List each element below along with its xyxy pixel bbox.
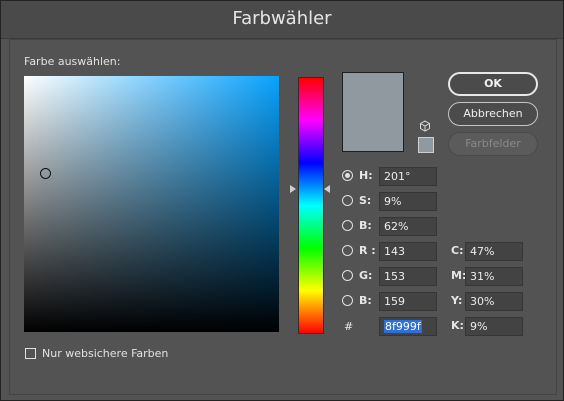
hue-slider-left-arrow[interactable]: [290, 185, 296, 193]
label-r: R :: [359, 244, 376, 257]
input-c[interactable]: 47%: [465, 242, 523, 261]
hex-value: 8f999f: [384, 320, 422, 333]
radio-r[interactable]: [342, 245, 353, 256]
label-h: H:: [359, 169, 373, 182]
swatches-button: Farbfelder: [448, 132, 538, 156]
color-field-cursor[interactable]: [40, 168, 51, 179]
input-s[interactable]: 9%: [379, 192, 437, 211]
hue-slider-right-arrow[interactable]: [324, 185, 330, 193]
ok-button[interactable]: OK: [448, 72, 538, 96]
input-m[interactable]: 31%: [465, 267, 523, 286]
current-color-swatch: [342, 72, 404, 152]
hex-input[interactable]: 8f999f: [379, 317, 437, 336]
label-b: B:: [359, 219, 372, 232]
input-blue[interactable]: 159: [379, 292, 437, 311]
label-y: Y:: [451, 294, 463, 307]
cube-icon[interactable]: [419, 120, 431, 132]
input-k[interactable]: 9%: [465, 317, 523, 336]
label-k: K:: [451, 319, 464, 332]
input-h[interactable]: 201°: [379, 167, 437, 186]
input-b[interactable]: 62%: [379, 217, 437, 236]
label-g: G:: [359, 269, 373, 282]
radio-s[interactable]: [342, 195, 353, 206]
label-blue: B:: [359, 294, 372, 307]
hue-slider[interactable]: [298, 77, 324, 334]
radio-g[interactable]: [342, 270, 353, 281]
color-field[interactable]: [24, 76, 279, 332]
cancel-button[interactable]: Abbrechen: [448, 102, 538, 126]
radio-blue[interactable]: [342, 295, 353, 306]
input-y[interactable]: 30%: [465, 292, 523, 311]
websafe-checkbox[interactable]: [25, 348, 36, 359]
input-g[interactable]: 153: [379, 267, 437, 286]
input-r[interactable]: 143: [379, 242, 437, 261]
label-s: S:: [359, 194, 372, 207]
websafe-swatch[interactable]: [418, 137, 434, 153]
hex-symbol: #: [344, 320, 354, 333]
dialog-title: Farbwähler: [232, 8, 332, 29]
select-color-label: Farbe auswählen:: [24, 55, 121, 68]
title-bar[interactable]: Farbwähler: [1, 1, 563, 39]
websafe-label: Nur websichere Farben: [42, 347, 169, 360]
radio-h[interactable]: [342, 170, 353, 181]
label-c: C:: [451, 244, 464, 257]
radio-b[interactable]: [342, 220, 353, 231]
